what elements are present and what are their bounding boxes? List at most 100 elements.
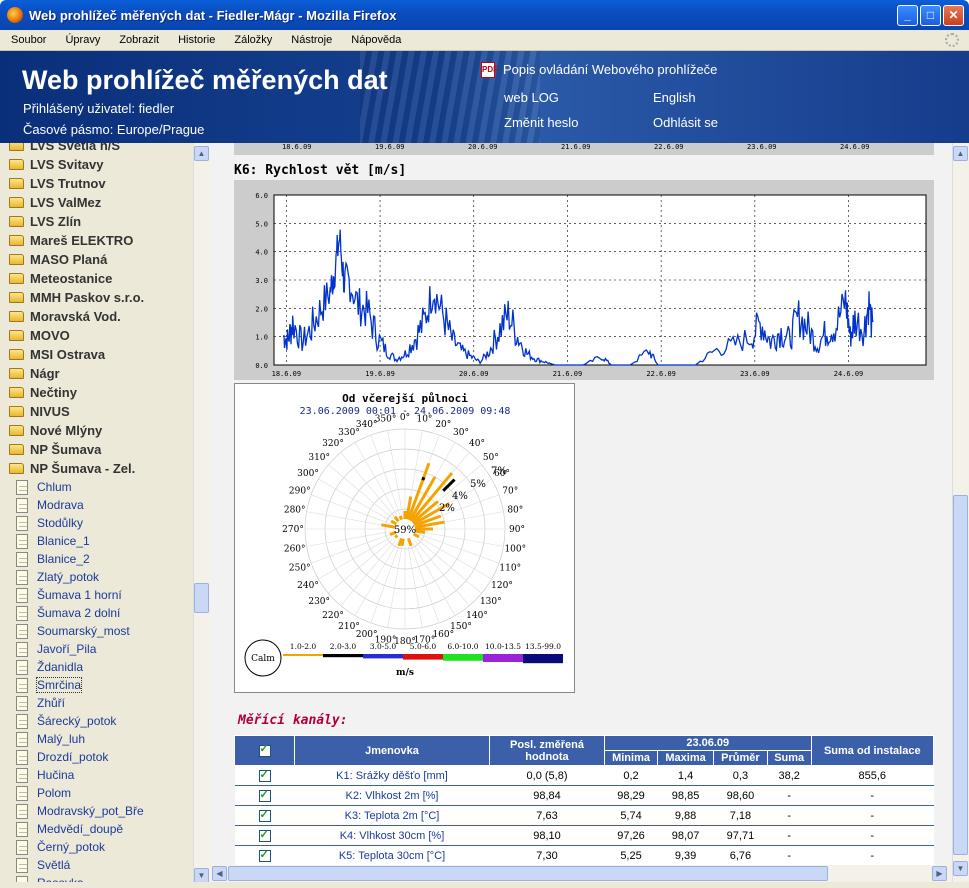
- header-last: Posl. změřená hodnota: [489, 735, 605, 766]
- station-item[interactable]: Blanice_2: [0, 550, 193, 568]
- legend-label: 13.5-99.0: [525, 642, 561, 651]
- station-item[interactable]: Ždanidla: [0, 658, 193, 676]
- row-checkbox[interactable]: [258, 828, 271, 842]
- row-checkbox[interactable]: [258, 848, 271, 862]
- cell-name[interactable]: K1: Srážky děšťo [mm]: [294, 765, 490, 786]
- folder-item[interactable]: Meteostanice: [0, 269, 193, 288]
- rose-direction-label: 80°: [507, 506, 523, 516]
- station-item[interactable]: Hučina: [0, 766, 193, 784]
- weblog-link[interactable]: web LOG: [504, 90, 559, 105]
- menu-bar: Soubor Úpravy Zobrazit Historie Záložky …: [0, 30, 969, 51]
- folder-item[interactable]: Moravská Vod.: [0, 307, 193, 326]
- maximize-button[interactable]: □: [920, 4, 941, 26]
- scroll-right-icon[interactable]: ▶: [932, 866, 947, 881]
- sidebar-scroll-thumb[interactable]: [194, 583, 209, 613]
- change-password-link[interactable]: Změnit heslo: [504, 115, 578, 130]
- folder-item[interactable]: MOVO: [0, 326, 193, 345]
- logged-user: Přihlášený uživatel: fiedler: [23, 101, 175, 116]
- logout-link[interactable]: Odhlásit se: [653, 115, 718, 130]
- horizontal-scroll-thumb[interactable]: [228, 866, 828, 881]
- station-item[interactable]: Zlatý_potok: [0, 568, 193, 586]
- station-item[interactable]: Medvědí_doupě: [0, 820, 193, 838]
- minimize-button[interactable]: _: [897, 4, 918, 26]
- station-label: Hučina: [37, 768, 75, 782]
- station-item[interactable]: Černý_potok: [0, 838, 193, 856]
- menu-nastroje[interactable]: Nástroje: [291, 34, 332, 46]
- content-scrollbar[interactable]: ▲ ▼: [952, 143, 969, 882]
- cell-total: -: [811, 845, 934, 865]
- row-checkbox[interactable]: [258, 808, 271, 822]
- cell-name[interactable]: K3: Teplota 2m [°C]: [294, 805, 490, 826]
- scroll-down-icon[interactable]: ▼: [953, 861, 968, 876]
- station-item[interactable]: Šumava 1 horní: [0, 586, 193, 604]
- station-item[interactable]: Modravský_pot_Bře: [0, 802, 193, 820]
- rose-bar: [398, 515, 403, 521]
- folder-item[interactable]: Nové Mlýny: [0, 421, 193, 440]
- document-icon: [16, 767, 28, 783]
- cell-name[interactable]: K4: Vlhkost 30cm [%]: [294, 825, 490, 846]
- header-name: Jmenovka: [294, 735, 490, 766]
- close-button[interactable]: ✕: [943, 4, 964, 26]
- station-item[interactable]: Modrava: [0, 496, 193, 514]
- folder-item[interactable]: Nečtiny: [0, 383, 193, 402]
- manual-link[interactable]: Popis ovládání Webového prohlížeče: [503, 62, 717, 77]
- rose-direction-label: 120°: [491, 581, 513, 591]
- calm-label: Calm: [251, 654, 275, 664]
- folder-item[interactable]: LVS Zlín: [0, 212, 193, 231]
- select-all-checkbox[interactable]: [258, 743, 271, 757]
- station-item[interactable]: Javoří_Pila: [0, 640, 193, 658]
- station-item[interactable]: Blanice_1: [0, 532, 193, 550]
- cell-name[interactable]: K2: Vlhkost 2m [%]: [294, 785, 490, 806]
- menu-zalozky[interactable]: Záložky: [234, 34, 272, 46]
- folder-item[interactable]: NP Šumava - Zel.: [0, 459, 193, 478]
- station-item[interactable]: Smrčina: [0, 676, 193, 694]
- scroll-up-icon[interactable]: ▲: [194, 146, 209, 161]
- folder-item[interactable]: Nágr: [0, 364, 193, 383]
- station-item[interactable]: Zhůří: [0, 694, 193, 712]
- cell-avg: 6,76: [713, 845, 768, 865]
- scroll-down-icon[interactable]: ▼: [194, 868, 209, 883]
- folder-item[interactable]: MASO Planá: [0, 250, 193, 269]
- row-checkbox[interactable]: [258, 788, 271, 802]
- station-item[interactable]: Chlum: [0, 478, 193, 496]
- horizontal-scrollbar[interactable]: ◀ ▶: [210, 865, 952, 882]
- station-label: Černý_potok: [37, 840, 106, 854]
- station-item[interactable]: Malý_luh: [0, 730, 193, 748]
- menu-soubor[interactable]: Soubor: [11, 34, 46, 46]
- english-link[interactable]: English: [653, 90, 696, 105]
- station-label: Modrava: [37, 498, 84, 512]
- cell-last: 0,0 (5,8): [489, 765, 605, 786]
- folder-item[interactable]: LVS Světlá n/S: [0, 143, 193, 155]
- cell-name[interactable]: K5: Teplota 30cm [°C]: [294, 845, 490, 865]
- pdf-icon[interactable]: PDF: [481, 62, 498, 78]
- scroll-left-icon[interactable]: ◀: [212, 866, 227, 881]
- folder-item[interactable]: MMH Paskov s.r.o.: [0, 288, 193, 307]
- folder-item[interactable]: Mareš ELEKTRO: [0, 231, 193, 250]
- scroll-up-icon[interactable]: ▲: [953, 146, 968, 161]
- rose-direction-label: 140°: [466, 611, 488, 621]
- menu-upravy[interactable]: Úpravy: [65, 34, 100, 46]
- content-scroll-thumb[interactable]: [953, 495, 968, 855]
- row-checkbox[interactable]: [258, 768, 271, 782]
- folder-item[interactable]: LVS Svitavy: [0, 155, 193, 174]
- rose-title: Od včerejší půlnoci: [342, 392, 468, 405]
- folder-item[interactable]: NIVUS: [0, 402, 193, 421]
- status-bar: [0, 882, 969, 888]
- cell-last: 98,84: [489, 785, 605, 806]
- menu-historie[interactable]: Historie: [178, 34, 215, 46]
- menu-napoveda[interactable]: Nápověda: [351, 34, 401, 46]
- station-item[interactable]: Polom: [0, 784, 193, 802]
- folder-item[interactable]: NP Šumava: [0, 440, 193, 459]
- folder-item[interactable]: LVS ValMez: [0, 193, 193, 212]
- sidebar-scrollbar[interactable]: ▲ ▼: [193, 143, 210, 888]
- station-item[interactable]: Šárecký_potok: [0, 712, 193, 730]
- folder-icon: [9, 368, 24, 379]
- station-item[interactable]: Drozdí_potok: [0, 748, 193, 766]
- folder-item[interactable]: LVS Trutnov: [0, 174, 193, 193]
- menu-zobrazit[interactable]: Zobrazit: [119, 34, 159, 46]
- station-item[interactable]: Soumarský_most: [0, 622, 193, 640]
- station-item[interactable]: Stodůlky: [0, 514, 193, 532]
- folder-item[interactable]: MSI Ostrava: [0, 345, 193, 364]
- station-item[interactable]: Světlá: [0, 856, 193, 874]
- station-item[interactable]: Šumava 2 dolní: [0, 604, 193, 622]
